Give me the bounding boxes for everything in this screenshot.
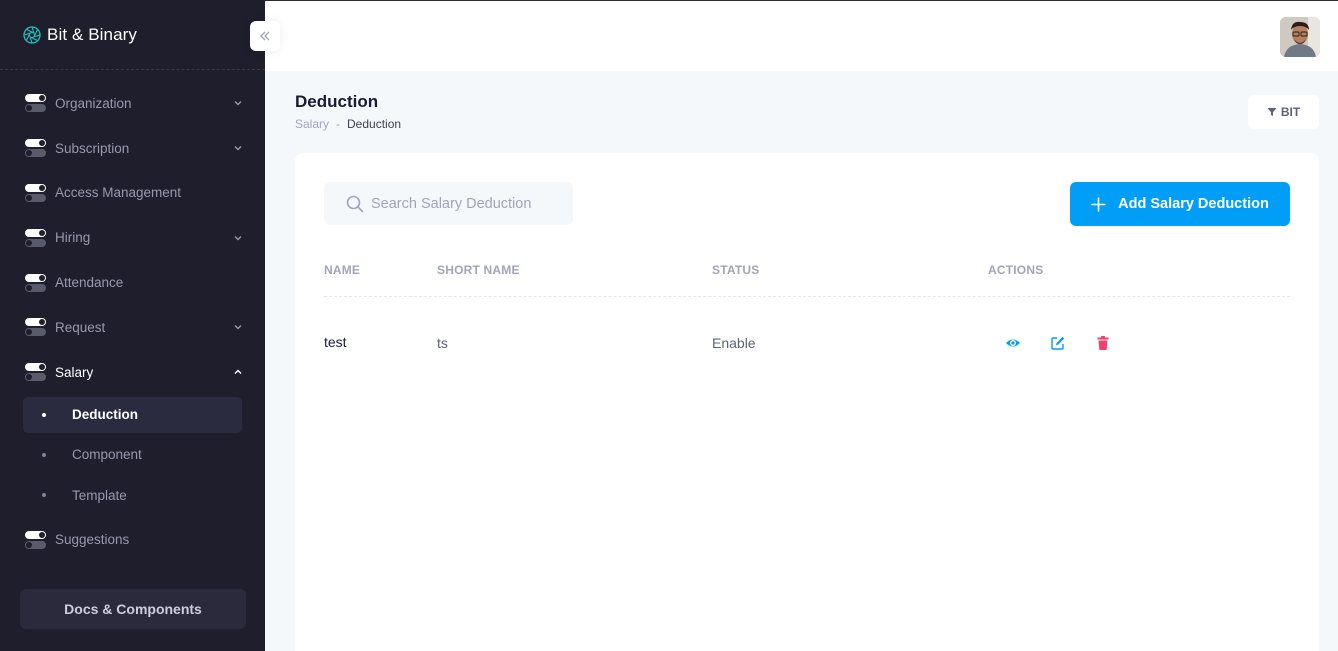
- column-header-actions: ACTIONS: [988, 263, 1044, 277]
- cell-short-name: ts: [437, 335, 448, 351]
- cell-status: Enable: [712, 335, 756, 351]
- docs-components-button[interactable]: Docs & Components: [20, 589, 246, 629]
- cell-name: test: [324, 334, 347, 350]
- page-title: Deduction: [295, 92, 379, 111]
- user-avatar[interactable]: [1280, 17, 1320, 57]
- bullet-dot: [42, 452, 46, 457]
- sidebar-item-label: Access Management: [55, 185, 182, 201]
- chevron-down-icon: [234, 325, 242, 330]
- delete-button[interactable]: [1088, 332, 1118, 354]
- sidebar-menu: Organization Subscription Access Managem…: [0, 81, 265, 562]
- sidebar-item-label: Request: [55, 319, 106, 335]
- sidebar-item-label: Salary: [55, 364, 94, 380]
- deduction-card: Add Salary Deduction NAME SHORT NAME STA…: [295, 153, 1319, 651]
- toggle-icon: [25, 318, 46, 337]
- breadcrumb-parent[interactable]: Salary: [295, 117, 329, 131]
- sidebar-subitem-deduction[interactable]: Deduction: [23, 396, 242, 433]
- toggle-icon: [25, 139, 46, 158]
- table-header: NAME SHORT NAME STATUS ACTIONS: [324, 253, 1290, 297]
- eye-icon: [1006, 339, 1020, 347]
- table-row: test ts Enable: [324, 297, 1290, 387]
- sidebar-item-organization[interactable]: Organization: [0, 81, 265, 126]
- bullet-dot: [42, 412, 46, 417]
- sidebar-subitem-label: Deduction: [72, 407, 138, 423]
- breadcrumb: Salary - Deduction: [295, 117, 401, 131]
- filter-button[interactable]: BIT: [1248, 95, 1319, 129]
- brand[interactable]: Bit & Binary: [0, 0, 265, 70]
- sidebar-item-hiring[interactable]: Hiring: [0, 215, 265, 260]
- sidebar-item-access-management[interactable]: Access Management: [0, 171, 265, 216]
- toggle-icon: [25, 183, 46, 202]
- bullet-dot: [42, 493, 46, 498]
- toggle-icon: [25, 530, 46, 549]
- view-button[interactable]: [998, 332, 1028, 354]
- sidebar-item-label: Subscription: [55, 140, 130, 156]
- filter-label: BIT: [1280, 105, 1301, 119]
- avatar-icon: [1280, 17, 1320, 57]
- toggle-icon: [25, 273, 46, 292]
- chevron-down-icon: [234, 101, 242, 106]
- search-input[interactable]: [371, 195, 561, 212]
- edit-button[interactable]: [1043, 332, 1073, 354]
- sidebar-subitem-label: Component: [72, 447, 142, 463]
- sidebar-item-suggestions[interactable]: Suggestions: [0, 518, 265, 563]
- toggle-icon: [25, 94, 46, 113]
- column-header-name[interactable]: NAME: [324, 263, 360, 277]
- sidebar-item-request[interactable]: Request: [0, 305, 265, 350]
- search-box[interactable]: [324, 182, 573, 225]
- sidebar-item-label: Organization: [55, 95, 132, 111]
- sidebar: Bit & Binary Organization Subscription A…: [0, 0, 265, 651]
- brand-name: Bit & Binary: [47, 24, 138, 44]
- chevron-up-icon: [234, 369, 242, 375]
- sidebar-item-attendance[interactable]: Attendance: [0, 260, 265, 305]
- chevron-down-icon: [234, 235, 242, 241]
- sidebar-subitem-label: Template: [72, 487, 127, 503]
- sidebar-item-label: Hiring: [55, 230, 91, 246]
- edit-icon: [1051, 336, 1065, 350]
- plus-icon: [1091, 196, 1106, 212]
- filter-icon: [1267, 108, 1277, 116]
- breadcrumb-current: Deduction: [347, 117, 402, 131]
- toggle-icon: [25, 228, 46, 247]
- column-header-short-name[interactable]: SHORT NAME: [437, 263, 520, 277]
- breadcrumb-separator: -: [336, 117, 341, 131]
- toggle-icon: [25, 363, 46, 382]
- top-header: [265, 0, 1338, 71]
- sidebar-item-subscription[interactable]: Subscription: [0, 126, 265, 171]
- row-actions: [998, 332, 1133, 354]
- sidebar-item-label: Suggestions: [55, 532, 130, 548]
- deduction-table: NAME SHORT NAME STATUS ACTIONS test ts E…: [324, 253, 1290, 387]
- sidebar-subitem-component[interactable]: Component: [23, 435, 242, 476]
- double-chevron-left-icon: [260, 31, 270, 41]
- add-salary-deduction-button[interactable]: Add Salary Deduction: [1070, 182, 1290, 226]
- trash-icon: [1097, 336, 1109, 350]
- sidebar-subitem-template[interactable]: Template: [23, 475, 242, 516]
- sidebar-item-salary[interactable]: Salary: [0, 350, 265, 395]
- sidebar-collapse-button[interactable]: [250, 21, 280, 51]
- search-icon: [346, 195, 364, 212]
- chevron-down-icon: [234, 146, 242, 151]
- add-button-label: Add Salary Deduction: [1118, 196, 1269, 212]
- sidebar-item-label: Attendance: [55, 275, 124, 291]
- brand-logo-icon: [23, 25, 41, 44]
- column-header-status[interactable]: STATUS: [712, 263, 759, 277]
